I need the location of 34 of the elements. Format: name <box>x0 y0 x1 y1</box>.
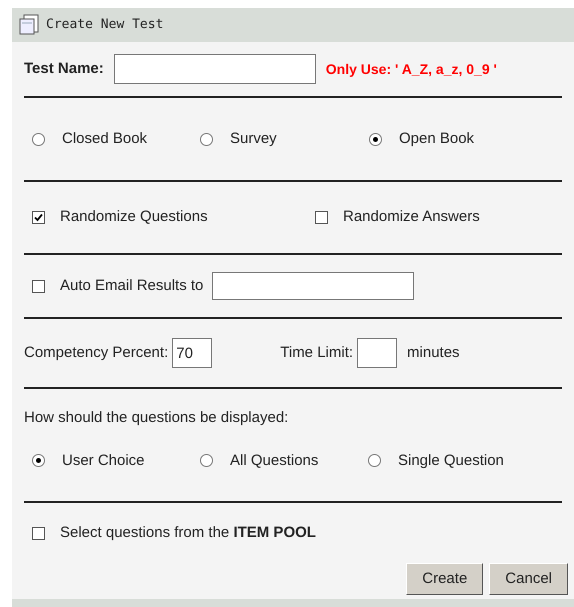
radio-label: Single Question <box>398 450 504 470</box>
checkbox-label: Randomize Questions <box>60 207 208 228</box>
checkbox-label: Randomize Answers <box>343 207 480 228</box>
hint-text: Only Use: ' A_Z, a_z, 0_9 ' <box>326 60 497 79</box>
time-limit-field[interactable] <box>357 338 398 368</box>
radio-button[interactable] <box>200 454 213 468</box>
checkbox[interactable] <box>32 526 45 540</box>
radio-label: Survey <box>230 128 277 149</box>
radio-label: User Choice <box>62 450 145 470</box>
question-prompt: How should the questions be displayed: <box>24 408 290 428</box>
field-label: Competency Percent: <box>24 342 168 363</box>
dialog-title: Create New Test <box>46 16 164 34</box>
checkbox[interactable] <box>32 211 45 224</box>
checkbox[interactable] <box>32 280 45 292</box>
radio-button[interactable] <box>369 132 382 146</box>
field-label: Time Limit: <box>280 342 354 363</box>
radio-button[interactable] <box>32 454 45 468</box>
radio-button[interactable] <box>368 454 381 468</box>
test-name-field[interactable] <box>114 54 316 84</box>
document-icon <box>18 14 40 36</box>
checkbox-label: Auto Email Results to <box>60 276 204 296</box>
radio-label: Closed Book <box>62 128 148 149</box>
competency-field[interactable]: 70 <box>172 338 212 368</box>
radio-button[interactable] <box>32 132 45 146</box>
checkbox[interactable] <box>315 211 328 224</box>
email-field[interactable] <box>212 272 414 300</box>
radio-label: All Questions <box>230 450 318 470</box>
create-button[interactable]: Create <box>406 563 484 595</box>
field-label: Test Name: <box>24 58 104 79</box>
radio-label: Open Book <box>399 128 474 149</box>
cancel-button[interactable]: Cancel <box>489 563 568 595</box>
unit-label: minutes <box>407 342 460 363</box>
checkbox-label: Select questions from the ITEM POOL <box>60 522 316 543</box>
radio-button[interactable] <box>200 132 213 146</box>
